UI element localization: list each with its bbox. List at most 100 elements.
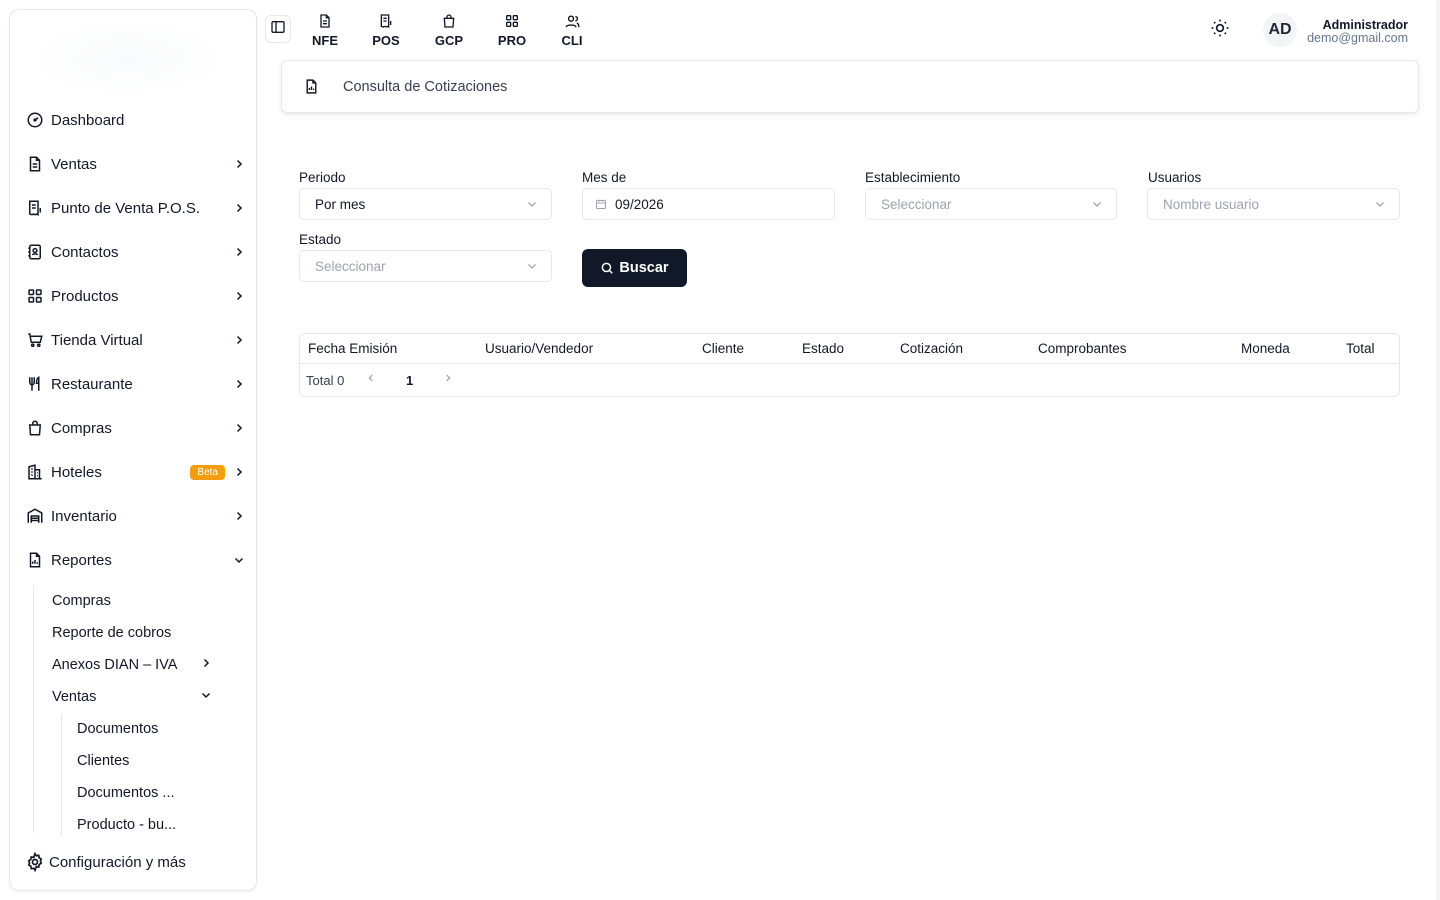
submenu-item-ventas[interactable]: Ventas xyxy=(52,689,212,705)
chevron-right-icon xyxy=(231,200,247,216)
report-icon xyxy=(25,550,45,570)
search-button[interactable]: Buscar xyxy=(582,249,687,287)
sidebar-item-label: Configuración y más xyxy=(49,853,186,871)
usuarios-placeholder: Nombre usuario xyxy=(1163,196,1260,212)
periodo-label: Periodo xyxy=(299,170,346,185)
scrollbar[interactable] xyxy=(1436,0,1440,900)
sidebar-item-inventario[interactable]: Inventario xyxy=(25,500,247,532)
sidebar-item-label: Reportes xyxy=(51,551,112,569)
submenu-item-documentos[interactable]: Documentos xyxy=(77,721,158,737)
sidebar-item-label: Tienda Virtual xyxy=(51,331,143,349)
sidebar-item-reportes[interactable]: Reportes xyxy=(25,544,247,576)
sidebar-item-label: Hoteles xyxy=(51,463,102,481)
mes-date-input[interactable]: 09/2026 xyxy=(582,188,835,220)
cart-icon xyxy=(25,330,45,350)
sidebar-item-label: Restaurante xyxy=(51,375,133,393)
submenu-item-label: Documentos ... xyxy=(77,785,175,801)
shortcut-gcp[interactable]: GCP xyxy=(429,12,469,48)
chevron-down-icon xyxy=(525,198,539,210)
submenu-item-documentos-2[interactable]: Documentos ... xyxy=(77,785,175,801)
prev-page-button[interactable] xyxy=(366,372,376,387)
warehouse-icon xyxy=(25,506,45,526)
chevron-down-icon xyxy=(1090,198,1104,210)
sidebar-item-settings[interactable]: Configuración y más xyxy=(25,846,247,878)
receipt-icon xyxy=(25,198,45,218)
column-header-fecha[interactable]: Fecha Emisión xyxy=(308,341,397,356)
shortcut-label: NFE xyxy=(312,33,338,48)
shortcut-label: PRO xyxy=(497,33,527,48)
user-email: demo@gmail.com xyxy=(1307,31,1408,45)
shortcut-cli[interactable]: CLI xyxy=(552,12,592,48)
submenu-item-producto[interactable]: Producto - bu... xyxy=(77,817,176,833)
chevron-right-icon xyxy=(231,244,247,260)
column-header-comprobantes[interactable]: Comprobantes xyxy=(1038,341,1127,356)
sidebar-item-hoteles[interactable]: Hoteles Beta xyxy=(25,456,247,488)
sidebar-item-label: Ventas xyxy=(51,155,97,173)
sidebar-item-restaurante[interactable]: Restaurante xyxy=(25,368,247,400)
submenu-item-label: Producto - bu... xyxy=(77,817,177,833)
submenu-tree-line xyxy=(33,585,34,833)
submenu-item-anexos-dian[interactable]: Anexos DIAN – IVA xyxy=(52,657,212,673)
page-header: Consulta de Cotizaciones xyxy=(281,60,1419,113)
chevron-right-icon xyxy=(231,464,247,480)
sidebar-item-label: Inventario xyxy=(51,507,117,525)
grid-icon xyxy=(504,12,520,30)
table-header: Fecha Emisión Usuario/Vendedor Cliente E… xyxy=(300,334,1399,364)
next-page-button[interactable] xyxy=(443,372,453,387)
column-header-estado[interactable]: Estado xyxy=(802,341,844,356)
report-icon xyxy=(303,78,321,96)
chevron-right-icon xyxy=(231,332,247,348)
chevron-down-icon xyxy=(525,260,539,272)
submenu-item-label: Reporte de cobros xyxy=(52,625,172,641)
sidebar-item-ventas[interactable]: Ventas xyxy=(25,148,247,180)
calendar-icon xyxy=(595,198,609,210)
contacts-icon xyxy=(25,242,45,262)
shortcut-nfe[interactable]: NFE xyxy=(305,12,345,48)
theme-toggle-button[interactable] xyxy=(1208,18,1232,42)
shortcut-pro[interactable]: PRO xyxy=(492,12,532,48)
chevron-right-icon xyxy=(231,376,247,392)
periodo-value: Por mes xyxy=(315,196,366,212)
column-header-usuario[interactable]: Usuario/Vendedor xyxy=(485,341,593,356)
submenu-item-label: Clientes xyxy=(77,753,130,769)
column-header-moneda[interactable]: Moneda xyxy=(1241,341,1290,356)
shortcut-pos[interactable]: POS xyxy=(366,12,406,48)
sidebar-item-compras[interactable]: Compras xyxy=(25,412,247,444)
sidebar-item-label: Dashboard xyxy=(51,111,125,129)
sidebar-item-label: Compras xyxy=(51,419,112,437)
logo xyxy=(28,18,228,98)
shortcut-label: GCP xyxy=(434,33,464,48)
column-header-cotizacion[interactable]: Cotización xyxy=(900,341,963,356)
sidebar-item-contactos[interactable]: Contactos xyxy=(25,236,247,268)
gauge-icon xyxy=(25,110,45,130)
pagination: Total 0 1 xyxy=(300,364,1399,397)
beta-badge: Beta xyxy=(190,464,225,480)
sidebar-item-tienda-virtual[interactable]: Tienda Virtual xyxy=(25,324,247,356)
sidebar-toggle-button[interactable] xyxy=(265,15,291,43)
search-icon xyxy=(600,261,614,275)
column-header-cliente[interactable]: Cliente xyxy=(702,341,744,356)
submenu-item-clientes[interactable]: Clientes xyxy=(77,753,129,769)
shortcut-label: CLI xyxy=(561,33,583,48)
establecimiento-select[interactable]: Seleccionar xyxy=(865,188,1117,220)
avatar[interactable]: AD xyxy=(1263,13,1297,47)
sidebar xyxy=(9,9,257,891)
submenu-tree-line xyxy=(61,714,62,836)
chevron-down-icon xyxy=(231,552,247,568)
sidebar-item-label: Productos xyxy=(51,287,119,305)
chevron-right-icon xyxy=(231,420,247,436)
submenu-item-compras[interactable]: Compras xyxy=(52,593,111,609)
sidebar-item-productos[interactable]: Productos xyxy=(25,280,247,312)
utensils-icon xyxy=(25,374,45,394)
column-header-total[interactable]: Total xyxy=(1346,341,1375,356)
page-number[interactable]: 1 xyxy=(406,373,413,388)
submenu-item-label: Documentos xyxy=(77,721,159,737)
sidebar-item-pos[interactable]: Punto de Venta P.O.S. xyxy=(25,192,247,224)
sidebar-item-dashboard[interactable]: Dashboard xyxy=(25,104,247,136)
shortcut-label: POS xyxy=(372,33,400,48)
estado-select[interactable]: Seleccionar xyxy=(299,250,552,282)
submenu-item-label: Ventas xyxy=(52,689,97,705)
submenu-item-reporte-cobros[interactable]: Reporte de cobros xyxy=(52,625,171,641)
usuarios-select[interactable]: Nombre usuario xyxy=(1147,188,1400,220)
periodo-select[interactable]: Por mes xyxy=(299,188,552,220)
